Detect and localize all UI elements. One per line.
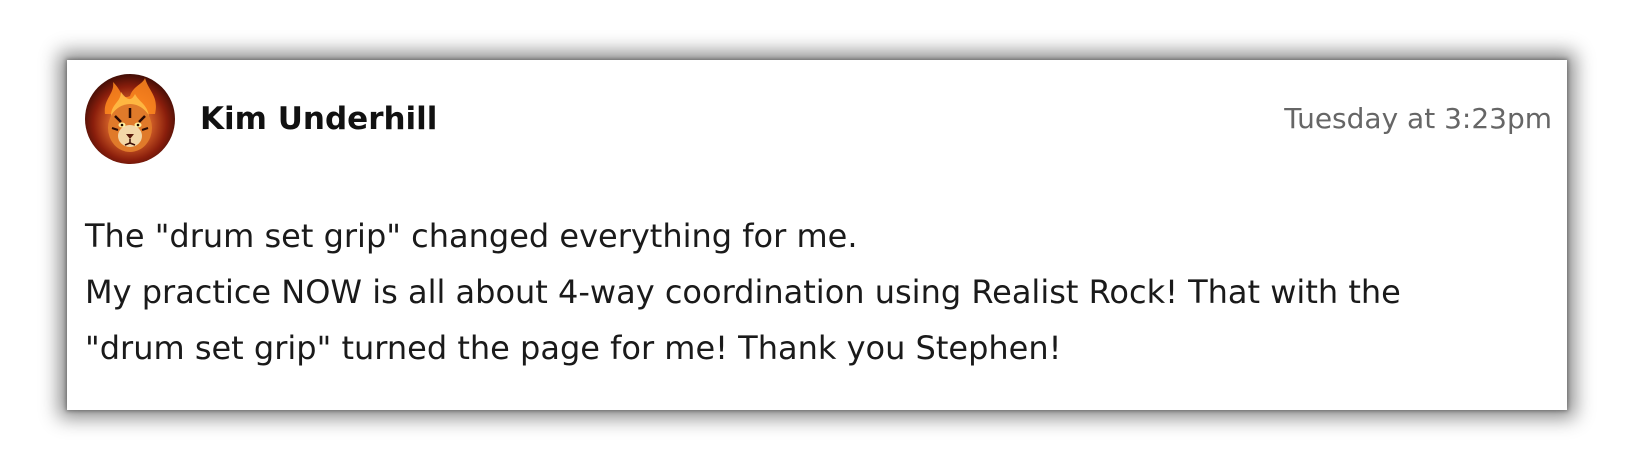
comment-line: The "drum set grip" changed everything f… — [85, 217, 858, 255]
author-name[interactable]: Kim Underhill — [200, 100, 437, 138]
tiger-flame-icon — [104, 78, 156, 152]
comment-timestamp[interactable]: Tuesday at 3:23pm — [1284, 100, 1552, 138]
page: Kim Underhill Tuesday at 3:23pm The "dru… — [0, 0, 1635, 469]
comment-body: The "drum set grip" changed everything f… — [85, 208, 1545, 376]
comment-line: "drum set grip" turned the page for me! … — [85, 329, 1062, 367]
comment-card: Kim Underhill Tuesday at 3:23pm The "dru… — [67, 60, 1567, 410]
avatar[interactable] — [85, 74, 175, 164]
comment-line: My practice NOW is all about 4-way coord… — [85, 273, 1401, 311]
